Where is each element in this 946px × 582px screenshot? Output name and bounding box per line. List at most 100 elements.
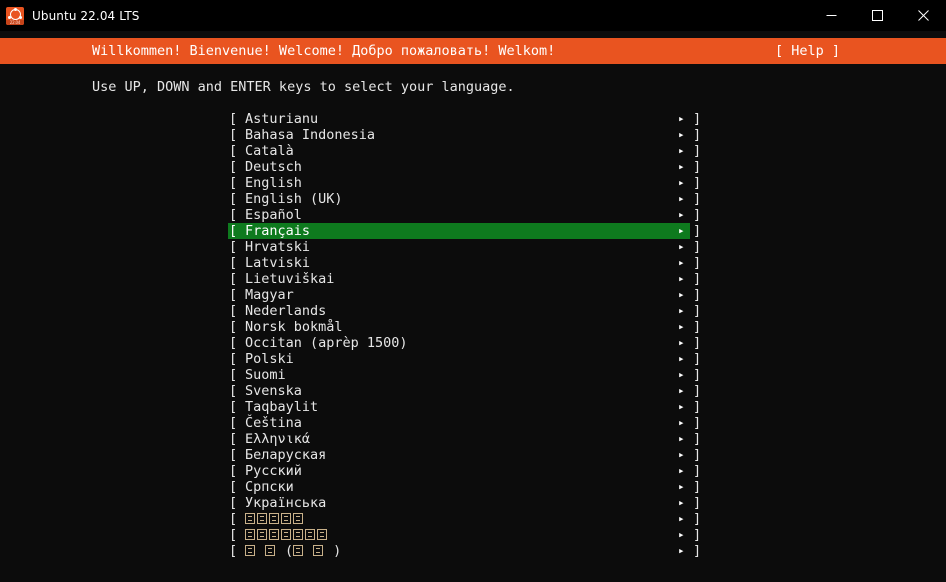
welcome-header-bar: Willkommen! Bienvenue! Welcome! Добро по… xyxy=(0,38,946,64)
submenu-arrow-icon: ▸ xyxy=(678,511,685,527)
missing-glyph-box-icon xyxy=(245,513,255,524)
submenu-arrow-icon: ▸ xyxy=(678,543,685,559)
language-list-item[interactable]: [Asturianu▸] xyxy=(0,111,946,127)
list-item-right-bracket: ] xyxy=(693,447,701,463)
language-list-item[interactable]: [Lietuviškai▸] xyxy=(0,271,946,287)
list-item-right-bracket: ] xyxy=(693,175,701,191)
language-label: Magyar xyxy=(245,287,294,303)
language-label xyxy=(245,511,305,527)
language-list-item[interactable]: [▸] xyxy=(0,527,946,543)
list-item-right-bracket: ] xyxy=(693,271,701,287)
submenu-arrow-icon: ▸ xyxy=(678,383,685,399)
list-item-right-bracket: ] xyxy=(693,303,701,319)
window-title: Ubuntu 22.04 LTS xyxy=(32,9,140,23)
language-label: Latviski xyxy=(245,255,310,271)
language-label: Čeština xyxy=(245,415,302,431)
language-list-item[interactable]: [Ελληνικά▸] xyxy=(0,431,946,447)
language-list-item[interactable]: [ Беларуская ▸] xyxy=(0,447,946,463)
language-list-item[interactable]: [Suomi▸] xyxy=(0,367,946,383)
language-label: English xyxy=(245,175,302,191)
list-item-left-bracket: [ xyxy=(229,431,237,447)
list-item-right-bracket: ] xyxy=(693,495,701,511)
language-list-item[interactable]: [Српски▸] xyxy=(0,479,946,495)
language-list-item[interactable]: [Español▸] xyxy=(0,207,946,223)
language-label: Asturianu xyxy=(245,111,318,127)
language-label: Српски xyxy=(245,479,294,495)
missing-glyph-box-icon xyxy=(265,545,275,556)
missing-glyph-box-icon xyxy=(293,513,303,524)
submenu-arrow-icon: ▸ xyxy=(678,351,685,367)
language-list-item[interactable]: [ Українська ▸] xyxy=(0,495,946,511)
language-list-item[interactable]: [Magyar▸] xyxy=(0,287,946,303)
maximize-button[interactable] xyxy=(854,0,900,31)
submenu-arrow-icon: ▸ xyxy=(678,447,685,463)
submenu-arrow-icon: ▸ xyxy=(678,127,685,143)
help-button[interactable]: [ Help ] xyxy=(775,38,840,64)
language-list-item[interactable]: [Norsk bokmål▸] xyxy=(0,319,946,335)
submenu-arrow-icon: ▸ xyxy=(678,415,685,431)
language-label: Українська xyxy=(245,495,326,511)
list-item-right-bracket: ] xyxy=(693,415,701,431)
list-item-left-bracket: [ xyxy=(229,159,237,175)
list-item-left-bracket: [ xyxy=(229,399,237,415)
language-label: Svenska xyxy=(245,383,302,399)
list-item-left-bracket: [ xyxy=(229,223,237,239)
list-item-left-bracket: [ xyxy=(229,511,237,527)
language-list-item[interactable]: [Русский▸] xyxy=(0,463,946,479)
list-item-left-bracket: [ xyxy=(229,367,237,383)
list-item-right-bracket: ] xyxy=(693,143,701,159)
language-list-item[interactable]: [English▸] xyxy=(0,175,946,191)
language-list-item[interactable]: [Polski▸] xyxy=(0,351,946,367)
list-item-right-bracket: ] xyxy=(693,223,701,239)
language-list-item[interactable]: [Taqbaylit▸] xyxy=(0,399,946,415)
missing-glyph-box-icon xyxy=(257,529,267,540)
close-button[interactable] xyxy=(900,0,946,31)
language-label: Hrvatski xyxy=(245,239,310,255)
language-list-item[interactable]: [Čeština▸] xyxy=(0,415,946,431)
submenu-arrow-icon: ▸ xyxy=(678,175,685,191)
submenu-arrow-icon: ▸ xyxy=(678,159,685,175)
submenu-arrow-icon: ▸ xyxy=(678,287,685,303)
list-item-left-bracket: [ xyxy=(229,383,237,399)
language-list-item[interactable]: [Français▸] xyxy=(0,223,946,239)
language-list-item[interactable]: [()▸] xyxy=(0,543,946,559)
list-item-left-bracket: [ xyxy=(229,319,237,335)
list-item-left-bracket: [ xyxy=(229,303,237,319)
list-item-left-bracket: [ xyxy=(229,351,237,367)
list-item-left-bracket: [ xyxy=(229,495,237,511)
missing-glyph-box-icon xyxy=(269,513,279,524)
list-item-right-bracket: ] xyxy=(693,239,701,255)
submenu-arrow-icon: ▸ xyxy=(678,399,685,415)
language-list-item[interactable]: [▸] xyxy=(0,511,946,527)
list-item-right-bracket: ] xyxy=(693,335,701,351)
list-item-left-bracket: [ xyxy=(229,527,237,543)
language-label: Polski xyxy=(245,351,294,367)
window-titlebar: 22.04 Ubuntu 22.04 LTS xyxy=(0,0,946,31)
list-item-left-bracket: [ xyxy=(229,543,237,559)
language-list-item[interactable]: [Deutsch▸] xyxy=(0,159,946,175)
list-item-left-bracket: [ xyxy=(229,143,237,159)
list-item-left-bracket: [ xyxy=(229,479,237,495)
language-list-item[interactable]: [English (UK)▸] xyxy=(0,191,946,207)
list-item-left-bracket: [ xyxy=(229,127,237,143)
language-list-item[interactable]: [Nederlands▸] xyxy=(0,303,946,319)
language-label: Deutsch xyxy=(245,159,302,175)
list-item-right-bracket: ] xyxy=(693,255,701,271)
list-item-left-bracket: [ xyxy=(229,447,237,463)
submenu-arrow-icon: ▸ xyxy=(678,143,685,159)
language-label: Беларуская xyxy=(245,447,326,463)
list-item-right-bracket: ] xyxy=(693,287,701,303)
language-list-item[interactable]: [Occitan (aprèp 1500)▸] xyxy=(0,335,946,351)
missing-glyph-box-icon xyxy=(317,529,327,540)
language-label: Taqbaylit xyxy=(245,399,318,415)
list-item-right-bracket: ] xyxy=(693,463,701,479)
language-list-item[interactable]: [Hrvatski▸] xyxy=(0,239,946,255)
language-list-item[interactable]: [Bahasa Indonesia▸] xyxy=(0,127,946,143)
submenu-arrow-icon: ▸ xyxy=(678,495,685,511)
language-list-item[interactable]: [Latviski▸] xyxy=(0,255,946,271)
minimize-button[interactable] xyxy=(808,0,854,31)
language-list-item[interactable]: [Svenska▸] xyxy=(0,383,946,399)
list-item-left-bracket: [ xyxy=(229,335,237,351)
language-list-item[interactable]: [Català▸] xyxy=(0,143,946,159)
missing-glyph-box-icon xyxy=(293,529,303,540)
